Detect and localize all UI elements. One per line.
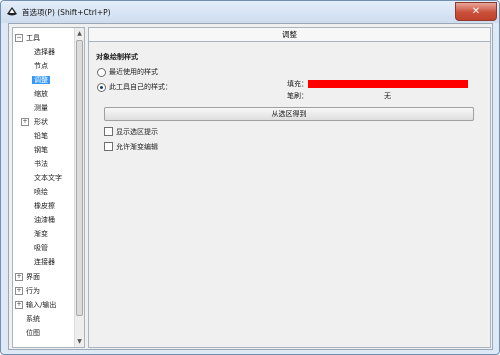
radio-last-used-style[interactable]: [97, 68, 106, 77]
fill-label: 填充：: [287, 80, 308, 88]
tree-item-connector[interactable]: 连接器: [34, 256, 55, 268]
checkbox-allow-gradient-edit[interactable]: [104, 142, 113, 151]
scroll-down-icon[interactable]: ▼: [75, 337, 84, 346]
tree-item-measure[interactable]: 测量: [34, 102, 48, 114]
tree-item-pen[interactable]: 钢笔: [34, 144, 48, 156]
expand-icon[interactable]: +: [15, 287, 23, 295]
radio-own-style-label[interactable]: 此工具自己的样式：: [109, 82, 172, 92]
tree-item-label: 位图: [26, 329, 40, 337]
tree-item-label: 输入/输出: [26, 301, 57, 309]
tree-item-label: 吸管: [34, 244, 48, 252]
checkbox-allow-gradient-edit-label[interactable]: 允许渐变编辑: [116, 142, 158, 152]
tree-item-paint-bucket[interactable]: 油漆桶: [34, 214, 55, 226]
tree-item-label: 书法: [34, 160, 48, 168]
tree-scrollbar[interactable]: ▲ ▼: [74, 28, 84, 347]
tree-item-tweak[interactable]: 调整: [32, 74, 50, 86]
tree-item-label: 工具: [26, 34, 40, 42]
close-icon: ✕: [471, 6, 481, 17]
tree-item-gradient[interactable]: 渐变: [34, 228, 48, 240]
tree-item-calligraphy[interactable]: 书法: [34, 158, 48, 170]
preferences-window: 首选项(P) (Shift+Ctrl+P) ✕ − 工具 选择器 节点 调整 缩…: [0, 0, 500, 355]
preferences-tree[interactable]: − 工具 选择器 节点 调整 缩放 测量 + 形状 铅笔 钢笔 书法 文本文字 …: [12, 27, 85, 348]
tree-item-label: 调整: [32, 76, 50, 84]
scrollbar-thumb[interactable]: [76, 40, 83, 316]
tree-item-eraser[interactable]: 橡皮擦: [34, 200, 55, 212]
tree-item-text[interactable]: 文本文字: [34, 172, 62, 184]
collapse-icon[interactable]: −: [15, 34, 23, 42]
settings-panel: 调整 对象绘制样式 最近使用的样式 此工具自己的样式： 填充： 笔刷： 无 从选…: [88, 27, 491, 348]
tree-item-selector[interactable]: 选择器: [34, 46, 55, 58]
title-bar[interactable]: 首选项(P) (Shift+Ctrl+P) ✕: [1, 1, 499, 23]
tree-item-bitmaps[interactable]: 位图: [26, 327, 40, 339]
page-title: 调整: [89, 28, 490, 42]
tree-item-dropper[interactable]: 吸管: [34, 242, 48, 254]
take-from-selection-button[interactable]: 从选区得到: [104, 107, 474, 121]
radio-last-used-label[interactable]: 最近使用的样式: [109, 67, 158, 77]
window-title: 首选项(P) (Shift+Ctrl+P): [22, 8, 111, 17]
tree-item-label: 节点: [34, 62, 48, 70]
tree-item-label: 连接器: [34, 258, 55, 266]
inkscape-app-icon: [7, 7, 17, 16]
expand-icon[interactable]: +: [15, 301, 23, 309]
tree-item-label: 形状: [34, 118, 48, 126]
expand-icon[interactable]: +: [15, 273, 23, 281]
tree-item-label: 铅笔: [34, 132, 48, 140]
stroke-value: 无: [384, 92, 391, 100]
scroll-up-icon[interactable]: ▲: [75, 29, 84, 38]
checkbox-show-selection-cue-label[interactable]: 显示选区提示: [116, 127, 158, 137]
tree-item-pencil[interactable]: 铅笔: [34, 130, 48, 142]
tree-item-label: 渐变: [34, 230, 48, 238]
tree-item-label: 喷绘: [34, 188, 48, 196]
tree-item-label: 选择器: [34, 48, 55, 56]
checkbox-show-selection-cue[interactable]: [104, 127, 113, 136]
tree-item-label: 油漆桶: [34, 216, 55, 224]
tree-item-spray[interactable]: 喷绘: [34, 186, 48, 198]
tree-item-label: 行为: [26, 287, 40, 295]
tree-item-label: 界面: [26, 273, 40, 281]
section-title: 对象绘制样式: [96, 53, 138, 61]
close-button[interactable]: ✕: [455, 2, 497, 21]
tree-item-label: 缩放: [34, 90, 48, 98]
tree-item-system[interactable]: 系统: [26, 313, 40, 325]
radio-own-style[interactable]: [97, 83, 106, 92]
expand-icon[interactable]: +: [21, 118, 29, 126]
fill-swatch[interactable]: [308, 80, 468, 88]
tree-item-label: 系统: [26, 315, 40, 323]
stroke-label: 笔刷：: [287, 92, 308, 100]
tree-item-label: 文本文字: [34, 174, 62, 182]
tree-item-node[interactable]: 节点: [34, 60, 48, 72]
tree-item-label: 测量: [34, 104, 48, 112]
dialog-body: − 工具 选择器 节点 调整 缩放 测量 + 形状 铅笔 钢笔 书法 文本文字 …: [8, 23, 493, 350]
tree-item-zoom[interactable]: 缩放: [34, 88, 48, 100]
tree-item-label: 钢笔: [34, 146, 48, 154]
tree-item-label: 橡皮擦: [34, 202, 55, 210]
